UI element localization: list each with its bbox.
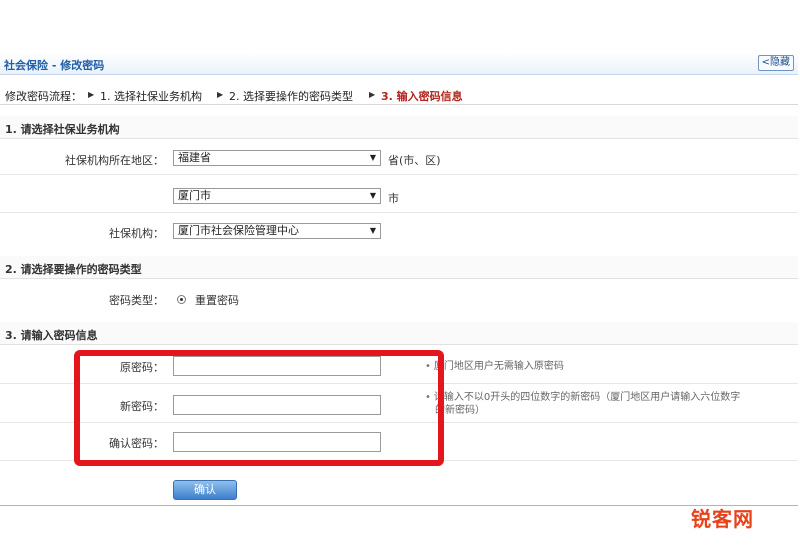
agency-label: 社保机构： (109, 227, 164, 240)
agency-value: 厦门市社会保险管理中心 (178, 224, 299, 237)
city-suffix: 市 (388, 192, 399, 205)
city-select[interactable]: 厦门市 ▼ (173, 188, 381, 204)
section-3-title: 3. 请输入密码信息 (5, 329, 98, 342)
breadcrumb-step-3: 3. 输入密码信息 (381, 90, 463, 103)
reset-password-option-label: 重置密码 (195, 294, 239, 307)
section-2-title: 2. 请选择要操作的密码类型 (5, 263, 142, 276)
old-password-hint: • 厦门地区用户无需输入原密码 (425, 361, 564, 372)
province-suffix: 省(市、区) (388, 154, 441, 167)
chevron-down-icon: ▼ (369, 153, 376, 162)
breadcrumb-step-2: 2. 选择要操作的密码类型 (229, 90, 353, 103)
breadcrumb-prefix: 修改密码流程： (5, 90, 82, 103)
reset-password-radio[interactable] (177, 295, 186, 304)
new-password-hint: • 请输入不以0开头的四位数字的新密码（厦门地区用户请输入六位数字 的新密码） (425, 392, 741, 416)
chevron-down-icon: ▼ (369, 191, 376, 200)
region-label: 社保机构所在地区： (65, 154, 164, 167)
section-1-header: 1. 请选择社保业务机构 (0, 116, 798, 139)
row-divider (0, 174, 798, 175)
old-password-hint-text: 厦门地区用户无需输入原密码 (433, 361, 564, 372)
collapse-button[interactable]: <隐藏 (757, 55, 794, 71)
new-password-hint-text-1: 请输入不以0开头的四位数字的新密码（厦门地区用户请输入六位数字 (433, 392, 741, 403)
province-select[interactable]: 福建省 ▼ (173, 150, 381, 166)
breadcrumb-arrow-icon: ▶ (369, 90, 376, 99)
section-1-title: 1. 请选择社保业务机构 (5, 123, 120, 136)
watermark-logo: 锐客网 (691, 507, 754, 531)
chevron-down-icon: ▼ (369, 226, 376, 235)
section-2-header: 2. 请选择要操作的密码类型 (0, 256, 798, 279)
row-divider (0, 212, 798, 213)
breadcrumb-arrow-icon: ▶ (217, 90, 224, 99)
title-bar: 社会保险 - 修改密码 <隐藏 (0, 52, 798, 75)
password-type-label: 密码类型： (109, 294, 164, 307)
window-title: 社会保险 - 修改密码 (4, 59, 105, 72)
breadcrumb-step-1: 1. 选择社保业务机构 (100, 90, 202, 103)
province-value: 福建省 (178, 151, 211, 164)
city-value: 厦门市 (178, 189, 211, 202)
breadcrumb: 修改密码流程： ▶ 1. 选择社保业务机构 ▶ 2. 选择要操作的密码类型 ▶ … (0, 84, 798, 105)
agency-select[interactable]: 厦门市社会保险管理中心 ▼ (173, 223, 381, 239)
confirm-button[interactable]: 确认 (173, 480, 237, 500)
section-3-header: 3. 请输入密码信息 (0, 322, 798, 345)
breadcrumb-arrow-icon: ▶ (88, 90, 95, 99)
red-highlight-annotation (74, 350, 444, 466)
